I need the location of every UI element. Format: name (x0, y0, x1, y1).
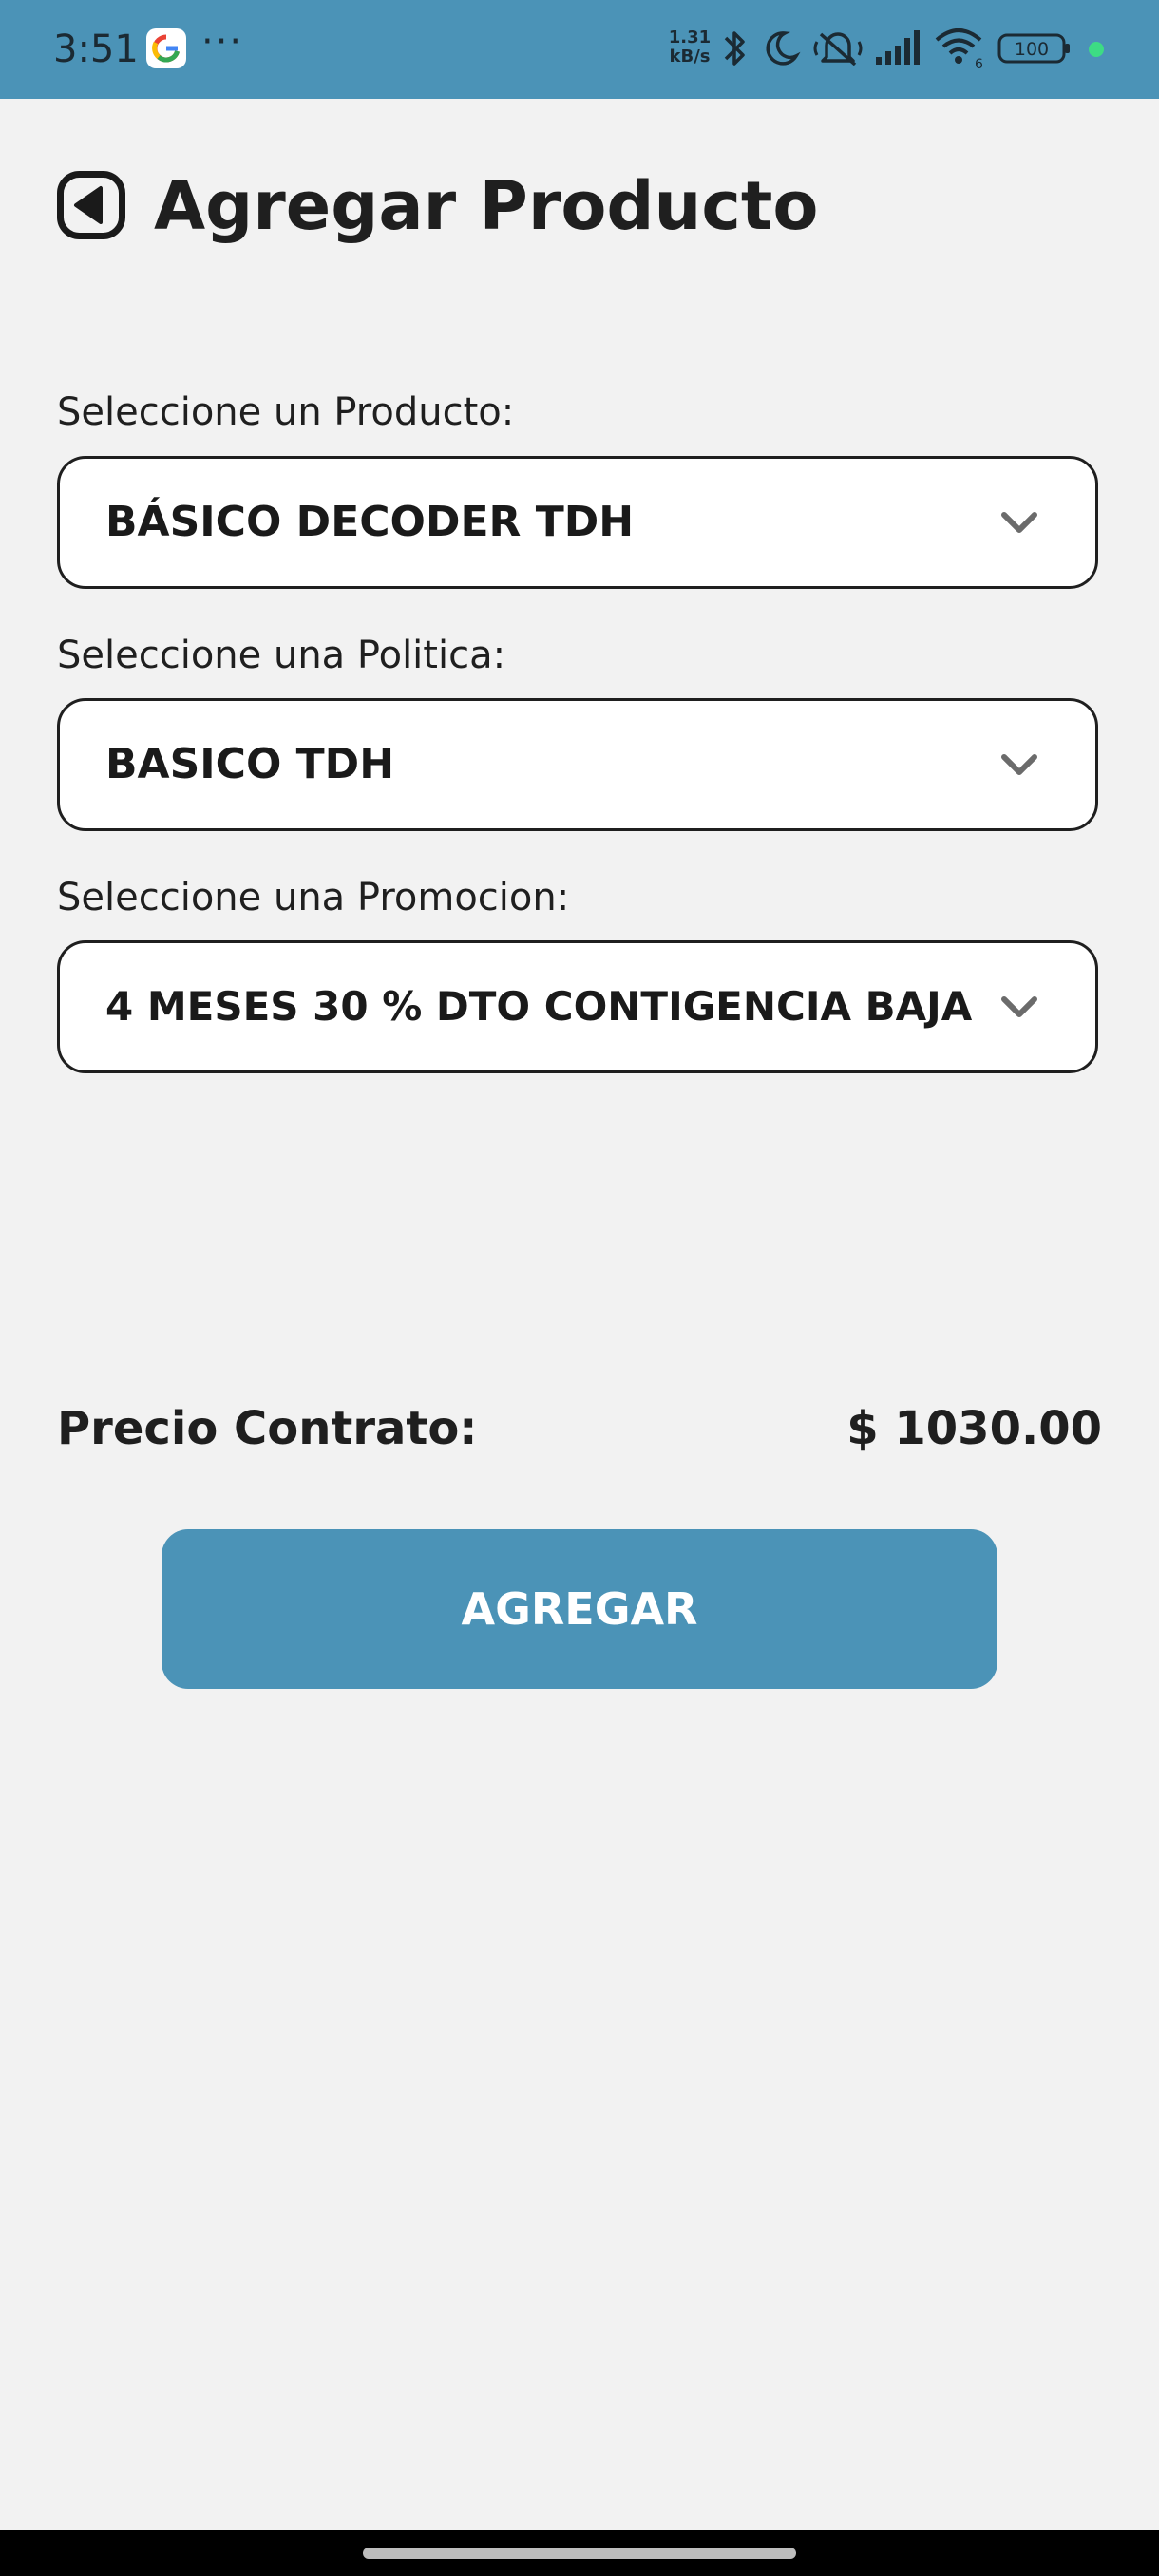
home-indicator[interactable] (363, 2548, 796, 2559)
status-dot-icon (1089, 42, 1104, 57)
status-time: 3:51 (53, 28, 139, 71)
network-speed-unit: kB/s (669, 47, 711, 66)
product-label: Seleccione un Producto: (57, 390, 515, 434)
policy-label: Seleccione una Politica: (57, 634, 506, 677)
add-button[interactable]: AGREGAR (162, 1529, 998, 1689)
promotion-label: Seleccione una Promocion: (57, 876, 570, 919)
product-select[interactable]: BÁSICO DECODER TDH (57, 456, 1098, 589)
navigation-bar (0, 2530, 1159, 2576)
wifi-icon: 6 (935, 28, 983, 72)
back-arrow-icon (57, 171, 125, 239)
chevron-down-icon (1001, 996, 1037, 1017)
status-bar: 3:51 ··· 1.31 kB/s 6 100 (0, 0, 1159, 99)
page-title: Agregar Producto (154, 167, 819, 245)
google-icon (146, 28, 186, 68)
network-speed-value: 1.31 (668, 28, 712, 47)
policy-select[interactable]: BASICO TDH (57, 698, 1098, 831)
battery-icon: 100 (998, 33, 1070, 64)
overflow-dots-icon: ··· (201, 20, 244, 64)
battery-level: 100 (1015, 39, 1049, 60)
mute-icon (813, 32, 863, 66)
promotion-select-value: 4 MESES 30 % DTO CONTIGENCIA BAJA (105, 983, 973, 1030)
signal-icon (876, 30, 920, 65)
policy-select-value: BASICO TDH (105, 740, 395, 788)
promotion-select[interactable]: 4 MESES 30 % DTO CONTIGENCIA BAJA (57, 940, 1098, 1073)
wifi-label: 6 (975, 57, 983, 72)
price-value: $ 1030.00 (846, 1402, 1102, 1455)
chevron-down-icon (1001, 512, 1037, 533)
screen: 3:51 ··· 1.31 kB/s 6 100 Agregar Product… (0, 0, 1159, 2576)
network-speed: 1.31 kB/s (665, 28, 714, 66)
chevron-down-icon (1001, 754, 1037, 775)
back-button[interactable] (57, 171, 125, 239)
moon-icon (766, 31, 801, 66)
price-label: Precio Contrato: (57, 1402, 478, 1455)
product-select-value: BÁSICO DECODER TDH (105, 498, 635, 546)
bluetooth-icon (724, 31, 745, 66)
